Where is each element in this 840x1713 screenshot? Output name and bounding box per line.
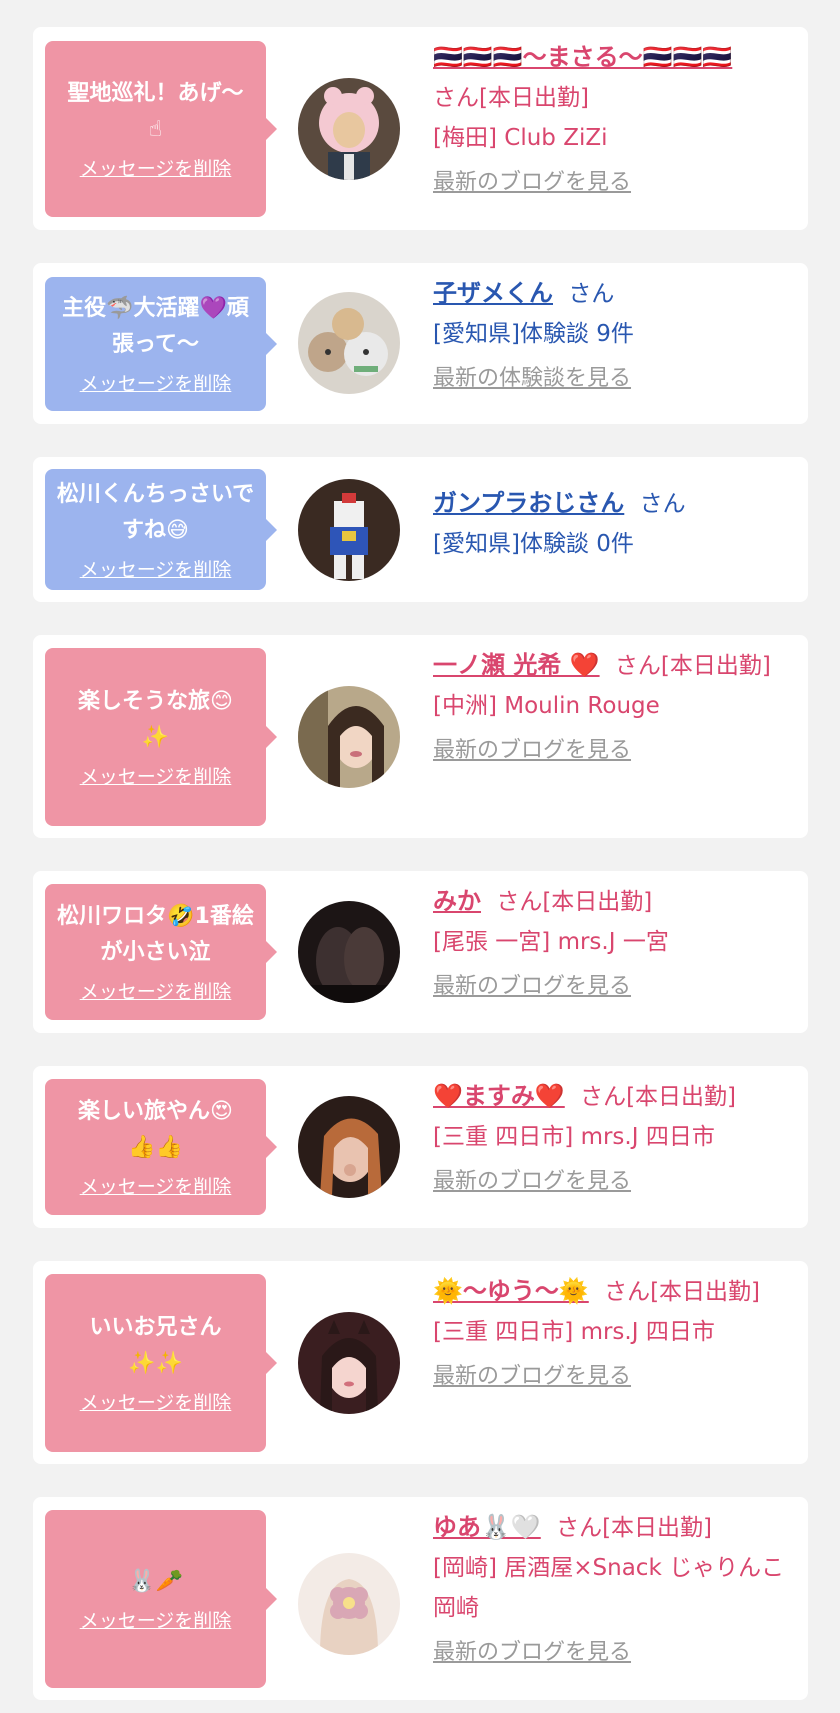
delete-message-link[interactable]: メッセージを削除: [80, 764, 232, 790]
message-card: 松川くんちっさいですね😅 メッセージを削除 ガンプラおじさん さん [愛知県]体…: [33, 457, 808, 602]
message-bubble: 松川くんちっさいですね😅 メッセージを削除: [45, 469, 277, 590]
profile-name-link[interactable]: 🇹🇭🇹🇭🇹🇭〜まさる〜🇹🇭🇹🇭🇹🇭: [433, 43, 732, 71]
profile-location: [三重 四日市] mrs.J 四日市: [433, 1319, 715, 1345]
profile-name-link[interactable]: 一ノ瀬 光希 ❤️: [433, 651, 600, 679]
profile-info: 一ノ瀬 光希 ❤️ さん[本日出勤] [中洲] Moulin Rouge 最新の…: [433, 645, 803, 768]
message-bubble: いいお兄さん ✨✨ メッセージを削除: [45, 1274, 277, 1452]
profile-info: 🌞〜ゆう〜🌞 さん[本日出勤] [三重 四日市] mrs.J 四日市 最新のブロ…: [433, 1271, 803, 1394]
message-emoji: 👍👍: [128, 1135, 183, 1160]
message-text: 🐰🥕: [128, 1569, 183, 1594]
message-card: 松川ワロタ🤣1番絵が小さい泣 メッセージを削除 みか さん[本日出勤] [尾張 …: [33, 871, 808, 1033]
message-bubble: 楽しい旅やん😍 👍👍 メッセージを削除: [45, 1079, 277, 1215]
profile-info: 子ザメくん さん [愛知県]体験談 9件 最新の体験談を見る: [433, 273, 803, 396]
profile-info: ガンプラおじさん さん [愛知県]体験談 0件: [433, 483, 803, 564]
message-text: 松川くんちっさいですね😅: [56, 481, 255, 543]
avatar[interactable]: [298, 686, 400, 788]
message-emoji: ✨: [141, 725, 170, 750]
profile-name-link[interactable]: ゆあ🐰🤍: [433, 1513, 541, 1541]
profile-status: さん[本日出勤]: [580, 1084, 737, 1110]
avatar[interactable]: [298, 292, 400, 394]
profile-name-link[interactable]: 子ザメくん: [433, 279, 553, 307]
message-text: いいお兄さん: [89, 1315, 222, 1340]
message-text: 楽しそうな旅😊: [78, 689, 233, 714]
profile-status: さん[本日出勤]: [556, 1515, 713, 1541]
profile-info: みか さん[本日出勤] [尾張 一宮] mrs.J 一宮 最新のブログを見る: [433, 881, 803, 1004]
message-card: 楽しそうな旅😊 ✨ メッセージを削除 一ノ瀬 光希 ❤️ さん[本日出勤] [中…: [33, 635, 808, 838]
message-bubble: 楽しそうな旅😊 ✨ メッセージを削除: [45, 648, 277, 826]
message-card: 聖地巡礼！あげ〜 ☝ メッセージを削除 🇹🇭🇹🇭🇹🇭〜まさる〜🇹🇭🇹🇭🇹🇭 さん…: [33, 27, 808, 230]
message-card: 楽しい旅やん😍 👍👍 メッセージを削除 ❤️ますみ❤️ さん[本日出勤] [三重…: [33, 1066, 808, 1228]
profile-status: さん[本日出勤]: [433, 85, 589, 111]
avatar[interactable]: [298, 1553, 400, 1655]
view-latest-blog-link[interactable]: 最新のブログを見る: [433, 1360, 803, 1394]
message-emoji: ☝: [148, 117, 163, 142]
message-text: 主役🦈大活躍💜頑張って〜: [62, 296, 249, 357]
view-latest-blog-link[interactable]: 最新のブログを見る: [433, 734, 803, 768]
avatar[interactable]: [298, 1312, 400, 1414]
profile-location: [尾張 一宮] mrs.J 一宮: [433, 929, 669, 955]
profile-info: ゆあ🐰🤍 さん[本日出勤] [岡崎] 居酒屋×Snack じゃりんこ岡崎 最新の…: [433, 1507, 803, 1670]
message-card: 主役🦈大活躍💜頑張って〜 メッセージを削除 子ザメくん さん [愛知県]体験談 …: [33, 263, 808, 424]
message-text: 聖地巡礼！あげ〜: [67, 81, 244, 106]
profile-status: さん[本日出勤]: [614, 653, 771, 679]
avatar[interactable]: [298, 78, 400, 180]
profile-location: [岡崎] 居酒屋×Snack じゃりんこ岡崎: [433, 1555, 785, 1621]
message-bubble: 🐰🥕 メッセージを削除: [45, 1510, 277, 1688]
view-latest-blog-link[interactable]: 最新のブログを見る: [433, 970, 803, 1004]
profile-location: [中洲] Moulin Rouge: [433, 693, 660, 719]
profile-suffix: さん: [639, 491, 686, 517]
view-latest-blog-link[interactable]: 最新のブログを見る: [433, 1636, 803, 1670]
profile-location: [三重 四日市] mrs.J 四日市: [433, 1124, 715, 1150]
profile-suffix: さん: [568, 281, 615, 307]
message-text: 楽しい旅やん😍: [78, 1099, 233, 1124]
view-latest-blog-link[interactable]: 最新のブログを見る: [433, 1165, 803, 1199]
profile-status: さん[本日出勤]: [496, 889, 653, 915]
delete-message-link[interactable]: メッセージを削除: [80, 371, 232, 397]
profile-status: さん[本日出勤]: [604, 1279, 761, 1305]
profile-location: [梅田] Club ZiZi: [433, 125, 608, 151]
profile-info: 🇹🇭🇹🇭🇹🇭〜まさる〜🇹🇭🇹🇭🇹🇭 さん[本日出勤] [梅田] Club ZiZ…: [433, 37, 803, 200]
profile-name-link[interactable]: 🌞〜ゆう〜🌞: [433, 1277, 589, 1305]
profile-info: ❤️ますみ❤️ さん[本日出勤] [三重 四日市] mrs.J 四日市 最新のブ…: [433, 1076, 803, 1199]
profile-name-link[interactable]: ガンプラおじさん: [433, 489, 624, 517]
delete-message-link[interactable]: メッセージを削除: [80, 557, 232, 583]
avatar[interactable]: [298, 901, 400, 1003]
profile-location: [愛知県]体験談 0件: [433, 531, 634, 557]
delete-message-link[interactable]: メッセージを削除: [80, 1174, 232, 1200]
avatar[interactable]: [298, 1096, 400, 1198]
message-card: いいお兄さん ✨✨ メッセージを削除 🌞〜ゆう〜🌞 さん[本日出勤] [三重 四…: [33, 1261, 808, 1464]
delete-message-link[interactable]: メッセージを削除: [80, 156, 232, 182]
delete-message-link[interactable]: メッセージを削除: [80, 1608, 232, 1634]
profile-name-link[interactable]: ❤️ますみ❤️: [433, 1082, 565, 1110]
message-bubble: 聖地巡礼！あげ〜 ☝ メッセージを削除: [45, 41, 277, 217]
message-card: 🐰🥕 メッセージを削除 ゆあ🐰🤍 さん[本日出勤] [岡崎] 居酒屋×Snack…: [33, 1497, 808, 1700]
view-latest-review-link[interactable]: 最新の体験談を見る: [433, 362, 803, 396]
delete-message-link[interactable]: メッセージを削除: [80, 979, 232, 1005]
profile-name-link[interactable]: みか: [433, 887, 481, 915]
profile-location: [愛知県]体験談 9件: [433, 321, 634, 347]
message-emoji: ✨✨: [128, 1351, 183, 1376]
message-text: 松川ワロタ🤣1番絵が小さい泣: [57, 904, 254, 965]
view-latest-blog-link[interactable]: 最新のブログを見る: [433, 166, 803, 200]
message-bubble: 松川ワロタ🤣1番絵が小さい泣 メッセージを削除: [45, 884, 277, 1020]
message-bubble: 主役🦈大活躍💜頑張って〜 メッセージを削除: [45, 277, 277, 411]
message-list: 聖地巡礼！あげ〜 ☝ メッセージを削除 🇹🇭🇹🇭🇹🇭〜まさる〜🇹🇭🇹🇭🇹🇭 さん…: [0, 0, 840, 1713]
avatar[interactable]: [298, 479, 400, 581]
delete-message-link[interactable]: メッセージを削除: [80, 1390, 232, 1416]
